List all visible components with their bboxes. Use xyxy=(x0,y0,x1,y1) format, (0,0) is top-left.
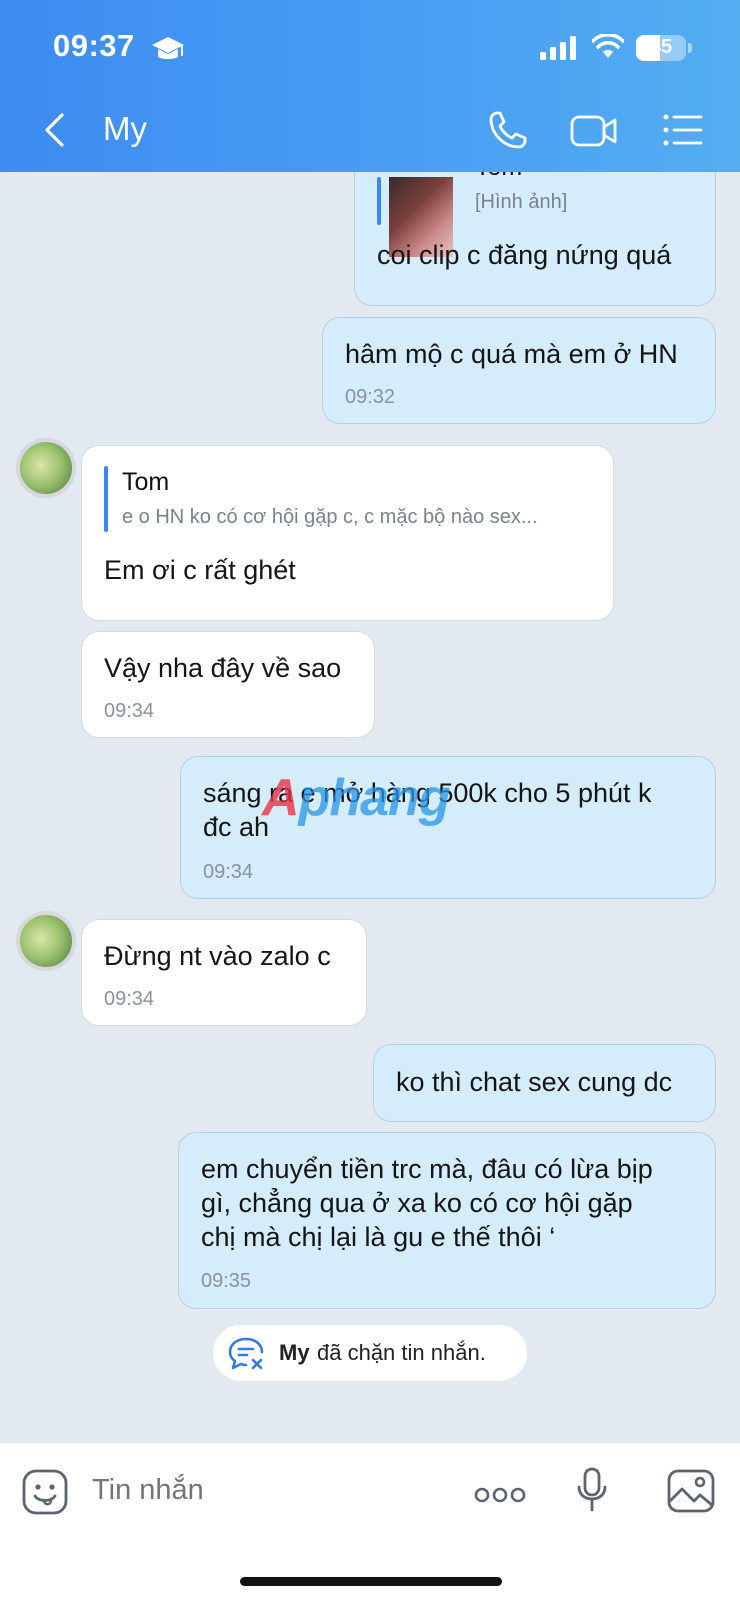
more-options-icon[interactable] xyxy=(474,1487,526,1508)
battery-level: 45 xyxy=(649,36,673,58)
message-bubble-incoming[interactable]: Vậy nha đây về sao 09:34 xyxy=(81,631,375,738)
back-chevron-icon[interactable] xyxy=(42,112,66,153)
microphone-icon[interactable] xyxy=(576,1467,608,1518)
message-text-line: gì, chẳng qua ở xa ko có cơ hội gặp xyxy=(201,1188,633,1218)
message-text-line: chị mà chị lại là gu e thế thôi ‘ xyxy=(201,1222,556,1252)
phone-call-icon[interactable] xyxy=(488,110,528,155)
watermark-logo: Aphang xyxy=(262,769,451,827)
graduation-cap-icon xyxy=(150,34,186,71)
message-bubble-outgoing[interactable]: hâm mộ c quá mà em ở HN 09:32 xyxy=(322,317,716,424)
notice-contact-name: My xyxy=(279,1340,310,1365)
message-text: Đừng nt vào zalo c xyxy=(104,941,331,971)
chat-title[interactable]: My xyxy=(103,110,147,148)
wifi-icon xyxy=(591,33,625,65)
message-bubble-outgoing[interactable]: em chuyển tiền trc mà, đâu có lừa bịp gì… xyxy=(178,1132,716,1309)
message-time: 09:34 xyxy=(104,988,155,1010)
cellular-signal-icon xyxy=(540,36,576,65)
home-indicator xyxy=(240,1577,502,1586)
notice-text: đã chặn tin nhắn. xyxy=(317,1340,486,1365)
chat-blocked-icon xyxy=(227,1336,267,1377)
chat-header: 09:37 45 My xyxy=(0,0,740,172)
message-text: Em ơi c rất ghét xyxy=(104,555,296,585)
blocked-notice: My đã chặn tin nhắn. xyxy=(213,1325,527,1381)
message-input[interactable] xyxy=(90,1473,434,1508)
message-text: coi clip c đăng nứng quá xyxy=(377,240,672,270)
quoted-message-preview: e o HN ko có cơ hội gặp c, c mặc bộ nào … xyxy=(122,506,538,528)
message-time: 09:34 xyxy=(203,861,254,883)
message-time: 09:35 xyxy=(201,1270,252,1292)
message-text-line: em chuyển tiền trc mà, đâu có lừa bịp xyxy=(201,1154,653,1184)
message-time: 09:32 xyxy=(345,386,396,408)
options-menu-icon[interactable] xyxy=(663,114,703,151)
status-time: 09:37 xyxy=(53,28,135,63)
quoted-message-preview: [Hình ảnh] xyxy=(475,191,568,213)
video-call-icon[interactable] xyxy=(570,114,618,153)
contact-avatar[interactable] xyxy=(16,911,76,971)
quoted-sender-name: Tom xyxy=(122,468,170,496)
message-text: ko thì chat sex cung dc xyxy=(396,1067,673,1097)
message-text: Vậy nha đây về sao xyxy=(104,653,342,683)
message-bubble-outgoing[interactable]: ko thì chat sex cung dc xyxy=(373,1044,716,1122)
message-bubble-incoming[interactable]: Tom e o HN ko có cơ hội gặp c, c mặc bộ … xyxy=(81,445,614,621)
message-bubble-incoming[interactable]: Đừng nt vào zalo c 09:34 xyxy=(81,919,367,1026)
message-composer xyxy=(0,1442,740,1601)
battery-icon: 45 xyxy=(636,35,692,61)
image-picker-icon[interactable] xyxy=(667,1469,715,1518)
message-text: hâm mộ c quá mà em ở HN xyxy=(345,339,678,369)
contact-avatar[interactable] xyxy=(16,438,76,498)
message-text-line: đc ah xyxy=(203,812,270,842)
sticker-icon[interactable] xyxy=(22,1469,68,1520)
message-time: 09:34 xyxy=(104,700,155,722)
